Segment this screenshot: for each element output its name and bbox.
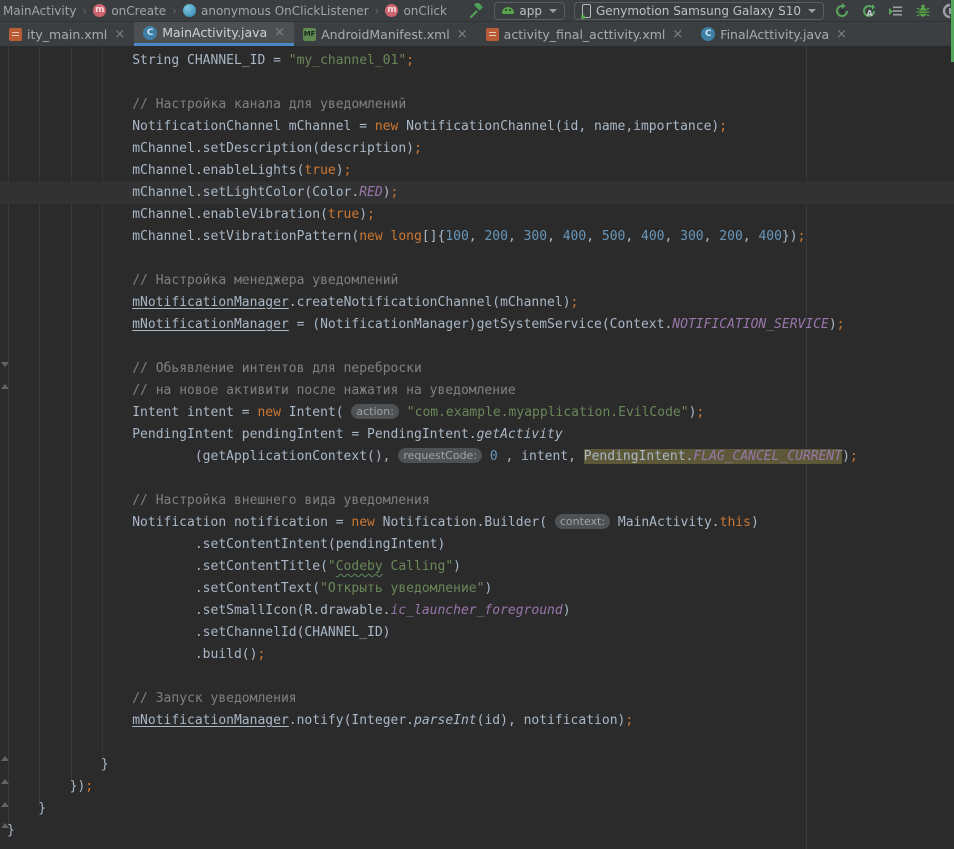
- chevron-down-icon: [549, 9, 557, 13]
- code-line[interactable]: .setChannelId(CHANNEL_ID): [0, 622, 954, 644]
- code-line[interactable]: // Настройка канала для уведомлений: [0, 94, 954, 116]
- code-line[interactable]: .setContentTitle("Codeby Calling"): [0, 556, 954, 578]
- code-line[interactable]: .setSmallIcon(R.drawable.ic_launcher_for…: [0, 600, 954, 622]
- code-line[interactable]: [0, 732, 954, 754]
- code-line[interactable]: // Запуск уведомления: [0, 688, 954, 710]
- code-line[interactable]: String CHANNEL_ID = "my_channel_01";: [0, 50, 954, 72]
- code-line[interactable]: .build();: [0, 644, 954, 666]
- manifest-icon: MF: [303, 28, 316, 41]
- close-tab-icon[interactable]: ×: [114, 28, 125, 41]
- tab-label: ity_main.xml: [27, 27, 107, 42]
- code-line[interactable]: mChannel.setDescription(description);: [0, 138, 954, 160]
- run-config-selector[interactable]: app: [494, 2, 565, 20]
- breadcrumb-item[interactable]: onCreate: [111, 4, 166, 18]
- code-line[interactable]: }: [0, 754, 954, 776]
- parameter-hint: requestCode:: [398, 448, 482, 463]
- breadcrumb-separator: ›: [83, 4, 88, 18]
- android-studio-window: MainActivity › m onCreate › anonymous OnClick…: [0, 0, 954, 849]
- svg-text:A: A: [867, 9, 874, 18]
- code-line[interactable]: mChannel.setVibrationPattern(new long[]{…: [0, 226, 954, 248]
- code-line[interactable]: mChannel.enableVibration(true);: [0, 204, 954, 226]
- profiler-list-icon[interactable]: [887, 2, 905, 20]
- tab-ity_main.xml[interactable]: ity_main.xml ×: [0, 22, 134, 46]
- code-line[interactable]: // Настройка внешнего вида уведомления: [0, 490, 954, 512]
- fold-marker[interactable]: [1, 384, 9, 389]
- method-icon: m: [385, 4, 398, 17]
- code-line[interactable]: Intent intent = new Intent( action: "com…: [0, 402, 954, 424]
- code-line[interactable]: // Обьявление интентов для переброски: [0, 358, 954, 380]
- tab-label: FinalActtivity.java: [720, 27, 829, 42]
- apply-code-changes-button[interactable]: A: [860, 2, 878, 20]
- code-line[interactable]: .setContentIntent(pendingIntent): [0, 534, 954, 556]
- breadcrumb-separator: ›: [172, 4, 177, 18]
- code-line[interactable]: }: [0, 798, 954, 820]
- code-line[interactable]: // Настройка менеджера уведомлений: [0, 270, 954, 292]
- tab-AndroidManifest.xml[interactable]: MF AndroidManifest.xml ×: [294, 22, 477, 46]
- code-line[interactable]: mNotificationManager.notify(Integer.pars…: [0, 710, 954, 732]
- close-tab-icon[interactable]: ×: [457, 28, 468, 41]
- editor-tabs: ity_main.xml × C MainActivity.java × MF Androi…: [0, 22, 954, 46]
- close-tab-icon[interactable]: ×: [274, 26, 285, 39]
- code-line[interactable]: Notification notification = new Notifica…: [0, 512, 954, 534]
- close-tab-icon[interactable]: ×: [672, 28, 683, 41]
- code-line[interactable]: [0, 72, 954, 94]
- breadcrumb-separator: ›: [375, 4, 380, 18]
- breadcrumb-item[interactable]: MainActivity: [3, 4, 77, 18]
- code-line[interactable]: (getApplicationContext(), requestCode: 0…: [0, 446, 954, 468]
- run-config-label: app: [519, 4, 542, 18]
- code-line[interactable]: [0, 248, 954, 270]
- android-icon: [502, 7, 514, 14]
- run-toolbar: app Genymotion Samsung Galaxy S10: [467, 0, 954, 22]
- code-line[interactable]: mNotificationManager = (NotificationMana…: [0, 314, 954, 336]
- java-class-icon: C: [143, 26, 157, 40]
- build-hammer-icon[interactable]: [467, 2, 485, 20]
- fold-marker[interactable]: [1, 779, 9, 784]
- fold-marker[interactable]: [1, 362, 9, 367]
- anonymous-class-icon: [183, 4, 196, 17]
- parameter-hint: context:: [555, 514, 610, 529]
- chevron-down-icon: [808, 9, 816, 13]
- device-selector[interactable]: Genymotion Samsung Galaxy S10: [574, 2, 824, 20]
- xml-red-icon: [486, 28, 499, 41]
- debug-bug-icon[interactable]: [914, 2, 932, 20]
- code-line[interactable]: [0, 336, 954, 358]
- code-line[interactable]: [0, 666, 954, 688]
- tab-label: activity_final_acttivity.xml: [504, 27, 666, 42]
- rerun-button[interactable]: [833, 2, 851, 20]
- code-line[interactable]: // на новое активити после нажатия на ув…: [0, 380, 954, 402]
- code-line[interactable]: }: [0, 820, 954, 842]
- tab-label: MainActivity.java: [162, 25, 267, 40]
- breadcrumb-item[interactable]: onClick: [403, 4, 447, 18]
- tab-label: AndroidManifest.xml: [321, 27, 450, 42]
- device-label: Genymotion Samsung Galaxy S10: [596, 4, 801, 18]
- code-editor[interactable]: String CHANNEL_ID = "my_channel_01"; // …: [0, 46, 954, 849]
- parameter-hint: action:: [351, 404, 399, 419]
- navigation-bar: MainActivity › m onCreate › anonymous OnClick…: [0, 0, 954, 22]
- code-line[interactable]: NotificationChannel mChannel = new Notif…: [0, 116, 954, 138]
- fold-marker[interactable]: [1, 823, 9, 828]
- code-line[interactable]: mChannel.enableLights(true);: [0, 160, 954, 182]
- breadcrumb: MainActivity › m onCreate › anonymous OnClick…: [0, 4, 447, 18]
- code-line[interactable]: [0, 468, 954, 490]
- code-line[interactable]: .setContentText("Открыть уведомление"): [0, 578, 954, 600]
- tab-activity_final_acttivity.xml[interactable]: activity_final_acttivity.xml ×: [477, 22, 693, 46]
- device-phone-icon: [582, 4, 591, 18]
- code-line[interactable]: mChannel.setLightColor(Color.RED);: [0, 182, 954, 204]
- close-tab-icon[interactable]: ×: [836, 28, 847, 41]
- fold-marker[interactable]: [1, 756, 9, 761]
- java-class-icon: C: [701, 27, 715, 41]
- method-icon: m: [93, 4, 106, 17]
- breadcrumb-item[interactable]: anonymous OnClickListener: [201, 4, 369, 18]
- fold-marker[interactable]: [1, 802, 9, 807]
- code-line[interactable]: });: [0, 776, 954, 798]
- code-line[interactable]: mNotificationManager.createNotificationC…: [0, 292, 954, 314]
- tab-FinalActtivity.java[interactable]: C FinalActtivity.java ×: [692, 22, 856, 46]
- xml-red-icon: [9, 28, 22, 41]
- code-line[interactable]: PendingIntent pendingIntent = PendingInt…: [0, 424, 954, 446]
- tab-MainActivity.java[interactable]: C MainActivity.java ×: [134, 22, 294, 46]
